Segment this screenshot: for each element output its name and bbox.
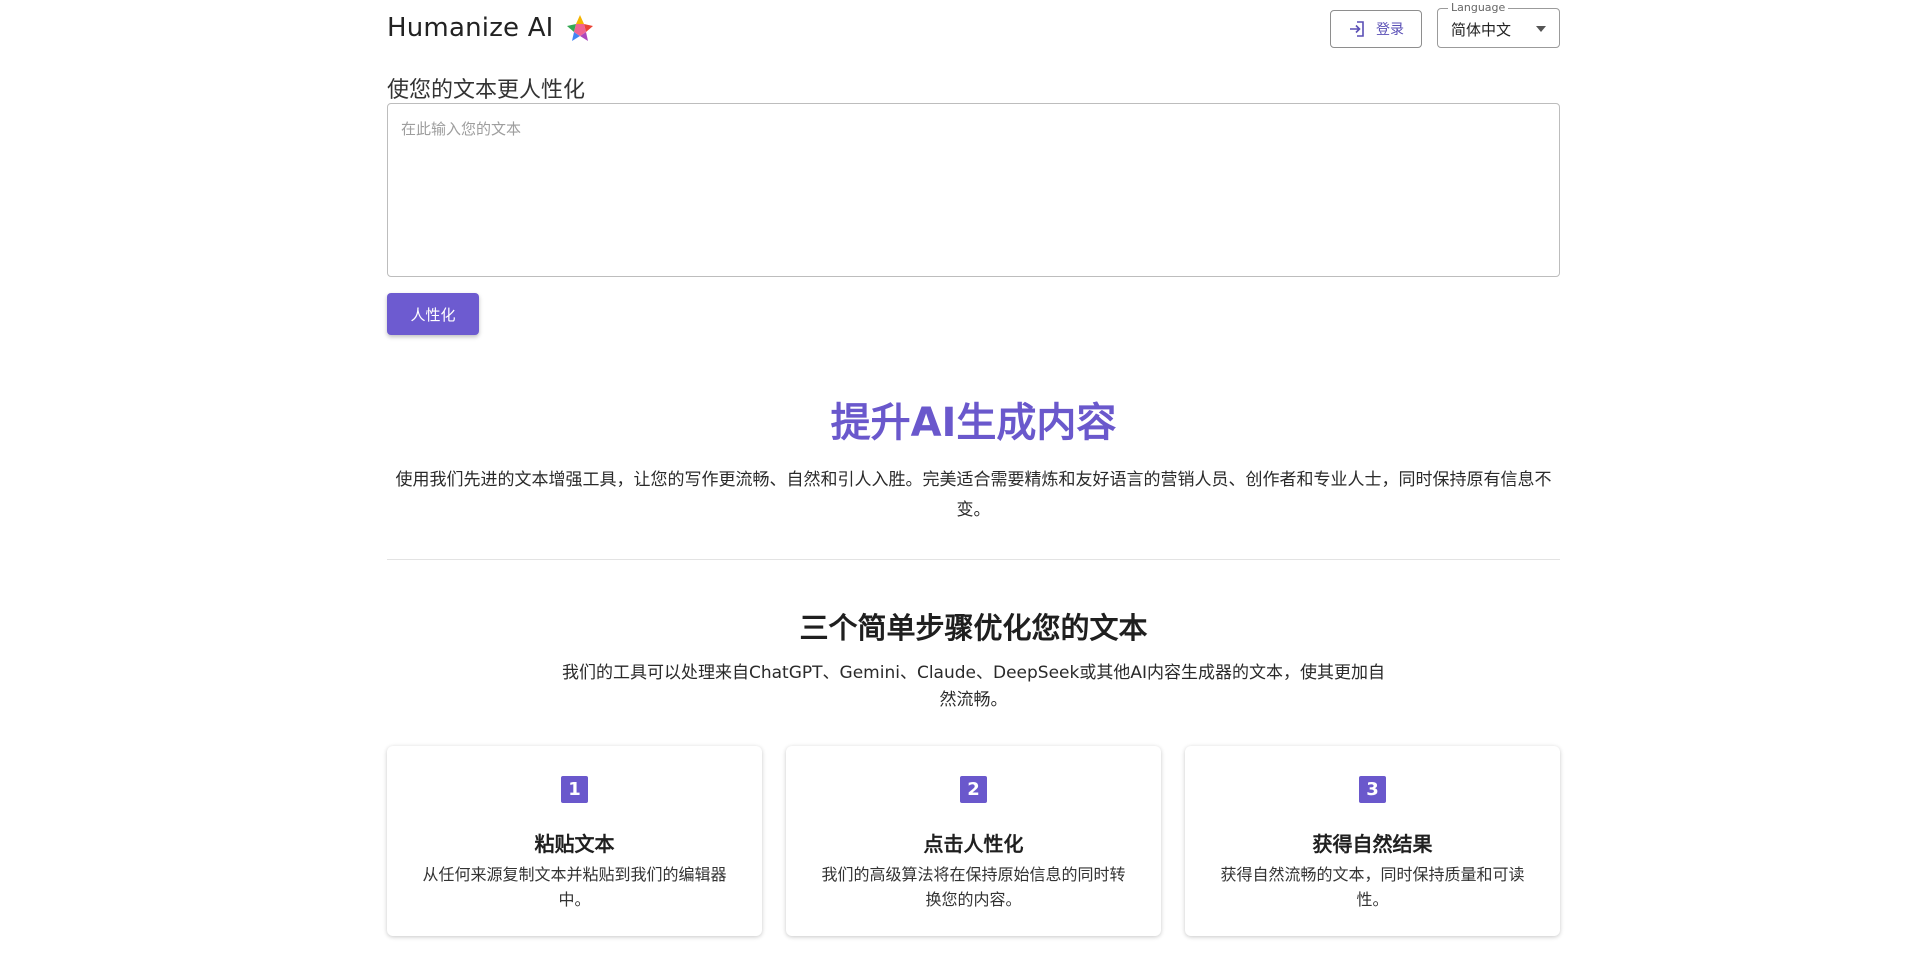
step-card-2: 2 点击人性化 我们的高级算法将在保持原始信息的同时转换您的内容。 bbox=[786, 746, 1161, 936]
chevron-down-icon bbox=[1536, 26, 1546, 32]
step-description: 从任何来源复制文本并粘贴到我们的编辑器中。 bbox=[422, 865, 727, 909]
editor-title: 使您的文本更人性化 bbox=[387, 78, 586, 103]
language-legend: Language bbox=[1448, 1, 1509, 15]
step-number-badge: 3 bbox=[1359, 776, 1386, 803]
login-arrow-icon bbox=[1350, 21, 1364, 37]
text-input[interactable] bbox=[387, 103, 1560, 277]
step-description: 获得自然流畅的文本，同时保持质量和可读性。 bbox=[1220, 865, 1525, 909]
login-button[interactable]: 登录 bbox=[1330, 10, 1422, 48]
step-title: 获得自然结果 bbox=[1312, 832, 1433, 856]
steps-description: 我们的工具可以处理来自ChatGPT、Gemini、Claude、DeepSee… bbox=[562, 663, 1385, 710]
header: Humanize AI 登录 Language 简体中文 bbox=[387, 0, 1560, 60]
step-card-3: 3 获得自然结果 获得自然流畅的文本，同时保持质量和可读性。 bbox=[1185, 746, 1560, 936]
step-description: 我们的高级算法将在保持原始信息的同时转换您的内容。 bbox=[821, 865, 1126, 909]
step-title: 粘贴文本 bbox=[534, 832, 615, 856]
step-number-badge: 2 bbox=[960, 776, 987, 803]
hero-description: 使用我们先进的文本增强工具，让您的写作更流畅、自然和引人入胜。完美适合需要精炼和… bbox=[395, 470, 1552, 520]
humanize-button[interactable]: 人性化 bbox=[387, 293, 479, 335]
brand-name: Humanize AI bbox=[387, 13, 554, 43]
step-card-1: 1 粘贴文本 从任何来源复制文本并粘贴到我们的编辑器中。 bbox=[387, 746, 762, 936]
divider bbox=[387, 559, 1560, 560]
sparkle-logo-icon bbox=[566, 14, 594, 42]
step-number-badge: 1 bbox=[561, 776, 588, 803]
steps-title: 三个简单步骤优化您的文本 bbox=[799, 611, 1148, 645]
language-select[interactable]: Language 简体中文 bbox=[1437, 1, 1560, 48]
brand[interactable]: Humanize AI bbox=[387, 13, 594, 43]
step-title: 点击人性化 bbox=[923, 832, 1024, 856]
login-label: 登录 bbox=[1376, 21, 1404, 37]
language-value: 简体中文 bbox=[1451, 21, 1512, 39]
step-cards: 1 粘贴文本 从任何来源复制文本并粘贴到我们的编辑器中。 2 点击人性化 我们的… bbox=[387, 746, 1560, 936]
hero-title: 提升AI生成内容 bbox=[830, 400, 1117, 446]
